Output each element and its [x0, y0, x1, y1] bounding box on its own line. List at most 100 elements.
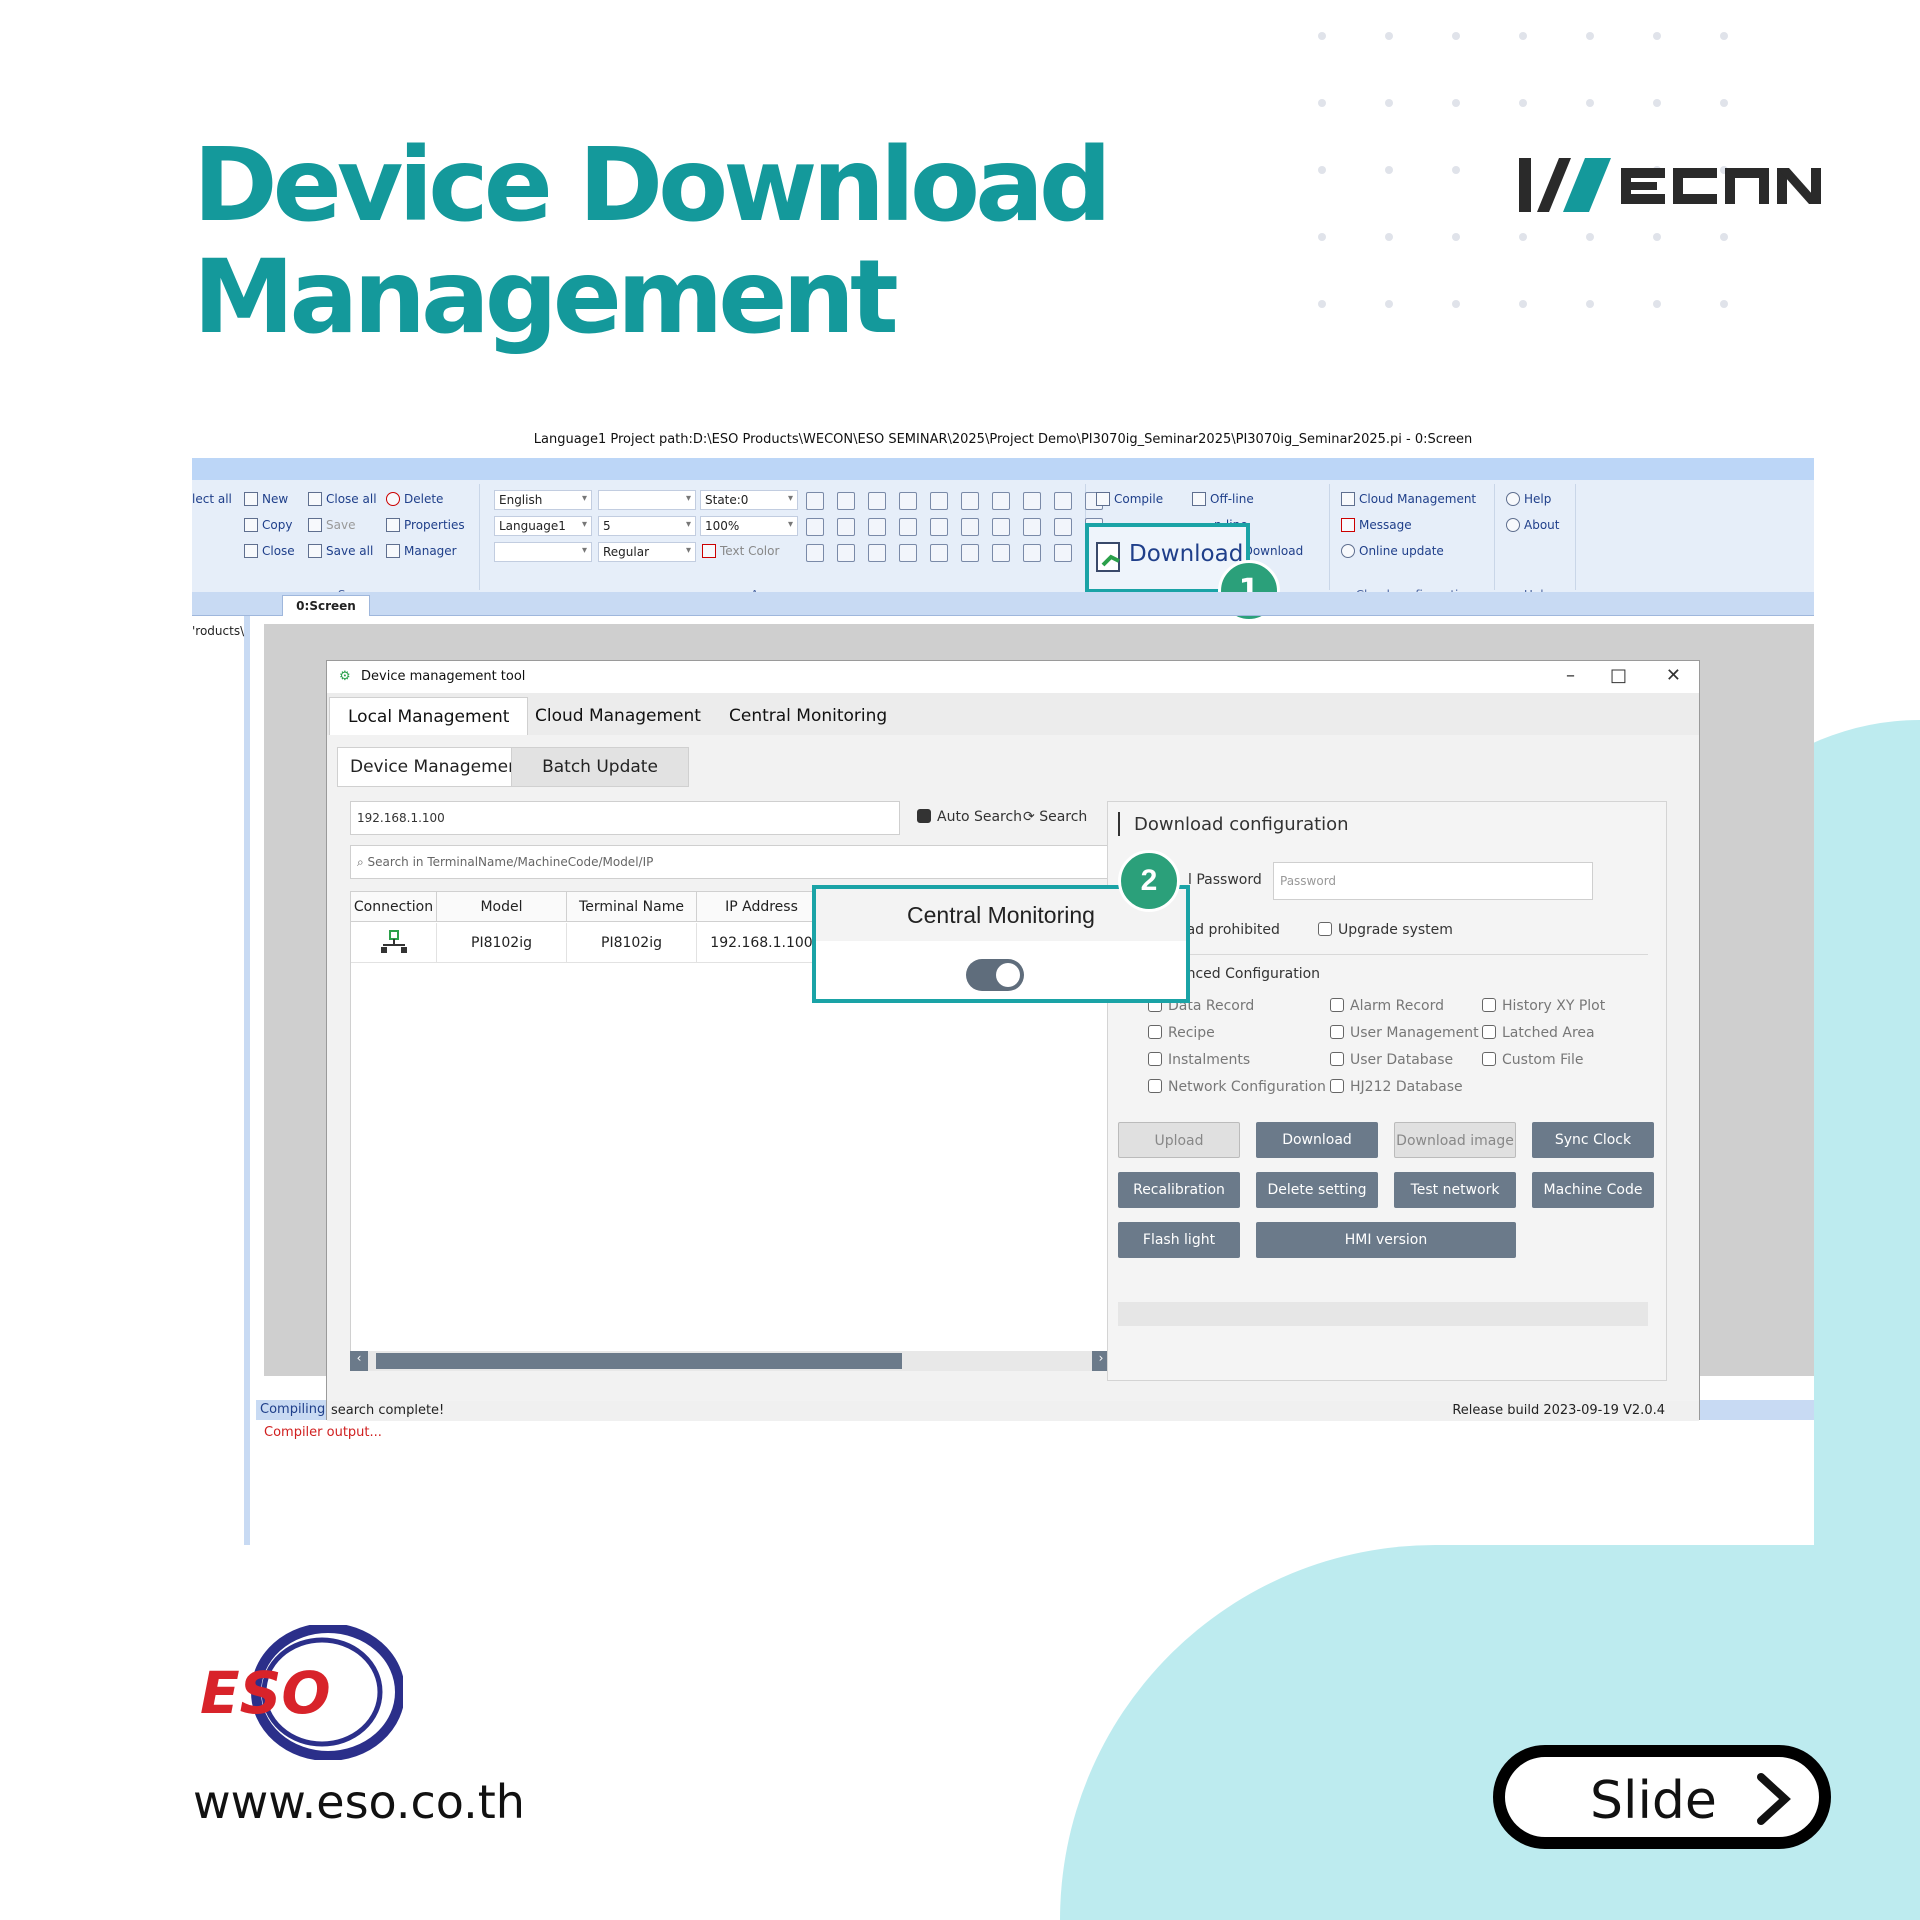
properties-button[interactable]: Properties [386, 518, 465, 532]
compile-button[interactable]: Compile [1096, 492, 1163, 506]
option-checkbox[interactable]: Custom File [1482, 1052, 1584, 1068]
language-id-select[interactable]: Language1 [494, 516, 592, 536]
auto-search-checkbox[interactable]: Auto Search [917, 809, 1022, 825]
align-tool-icon[interactable] [868, 544, 886, 562]
tab-central-monitoring[interactable]: Central Monitoring [711, 697, 905, 735]
align-tool-icon[interactable] [961, 518, 979, 536]
password-input[interactable]: Password [1273, 862, 1593, 900]
device-search-input[interactable]: ⌕ Search in TerminalName/MachineCode/Mod… [350, 845, 1110, 879]
upload-button[interactable]: Upload [1118, 1122, 1240, 1158]
align-tool-icon[interactable] [930, 492, 948, 510]
align-tool-icon[interactable] [806, 492, 824, 510]
align-tool-icon[interactable] [1023, 492, 1041, 510]
message-button[interactable]: Message [1341, 518, 1412, 532]
option-checkbox[interactable]: Latched Area [1482, 1025, 1595, 1041]
upload-prohibited-checkbox[interactable]: oad prohibited [1178, 922, 1280, 938]
align-tool-icon[interactable] [961, 492, 979, 510]
align-tool-icon[interactable] [837, 518, 855, 536]
copy-button[interactable]: Copy [244, 518, 292, 532]
cell-model[interactable]: PI8102ig [437, 923, 567, 963]
option-checkbox[interactable]: Network Configuration [1148, 1079, 1326, 1095]
font-select[interactable] [494, 542, 592, 562]
text-color-button[interactable]: Text Color [702, 544, 779, 558]
about-button[interactable]: About [1506, 518, 1559, 532]
search-button[interactable]: ⟳ Search [1023, 809, 1087, 825]
align-tool-icon[interactable] [899, 518, 917, 536]
align-tool-icon[interactable] [837, 492, 855, 510]
zoom-select[interactable]: 100% [700, 516, 798, 536]
online-update-button[interactable]: Online update [1341, 544, 1444, 558]
align-tool-icon[interactable] [1054, 492, 1072, 510]
close-button[interactable]: Close [244, 544, 295, 558]
delete-setting-button[interactable]: Delete setting [1256, 1172, 1378, 1208]
upgrade-system-checkbox[interactable]: Upgrade system [1318, 922, 1453, 938]
column-header[interactable]: Terminal Name [567, 892, 697, 922]
column-header[interactable]: Connection [351, 892, 437, 922]
new-button[interactable]: New [244, 492, 288, 506]
offline-button[interactable]: Off-line [1192, 492, 1254, 506]
close-dialog-button[interactable]: ✕ [1666, 665, 1681, 686]
tab-batch-update[interactable]: Batch Update [511, 747, 689, 787]
font-name-select[interactable] [598, 490, 696, 510]
recalibration-button[interactable]: Recalibration [1118, 1172, 1240, 1208]
network-icon[interactable] [351, 923, 437, 963]
test-network-button[interactable]: Test network [1394, 1172, 1516, 1208]
tab-cloud-management[interactable]: Cloud Management [517, 697, 719, 735]
align-tool-icon[interactable] [837, 544, 855, 562]
align-tool-icon[interactable] [806, 518, 824, 536]
save-all-button[interactable]: Save all [308, 544, 373, 558]
option-checkbox[interactable]: User Database [1330, 1052, 1453, 1068]
state-select[interactable]: State:0 [700, 490, 798, 510]
sync-clock-button[interactable]: Sync Clock [1532, 1122, 1654, 1158]
tab-screen[interactable]: 0:Screen [282, 595, 370, 616]
slide-button[interactable]: Slide [1493, 1745, 1831, 1849]
flash-light-button[interactable]: Flash light [1118, 1222, 1240, 1258]
align-tool-icon[interactable] [806, 544, 824, 562]
option-checkbox[interactable]: Recipe [1148, 1025, 1215, 1041]
align-tool-icon[interactable] [868, 518, 886, 536]
cloud-management-button[interactable]: Cloud Management [1341, 492, 1476, 506]
align-tool-icon[interactable] [992, 492, 1010, 510]
option-checkbox[interactable]: Instalments [1148, 1052, 1250, 1068]
align-tool-icon[interactable] [992, 544, 1010, 562]
select-all-button[interactable]: lect all [192, 492, 232, 506]
language-select[interactable]: English [494, 490, 592, 510]
save-button[interactable]: Save [308, 518, 355, 532]
horizontal-scrollbar[interactable]: ‹ › [350, 1351, 1110, 1371]
align-tool-icon[interactable] [899, 544, 917, 562]
option-checkbox[interactable]: History XY Plot [1482, 998, 1605, 1014]
help-button[interactable]: Help [1506, 492, 1551, 506]
cell-ip-address[interactable]: 192.168.1.100 [697, 923, 827, 963]
option-checkbox[interactable]: Alarm Record [1330, 998, 1444, 1014]
scrollbar-thumb[interactable] [376, 1353, 902, 1369]
hmi-version-button[interactable]: HMI version [1256, 1222, 1516, 1258]
tab-device-management[interactable]: Device Management [337, 747, 539, 787]
ip-address-input[interactable]: 192.168.1.100 [350, 801, 900, 835]
scroll-left-icon[interactable]: ‹ [350, 1351, 368, 1371]
align-tool-icon[interactable] [1023, 544, 1041, 562]
delete-button[interactable]: Delete [386, 492, 443, 506]
align-tool-icon[interactable] [1023, 518, 1041, 536]
align-tool-icon[interactable] [961, 544, 979, 562]
align-tool-icon[interactable] [1054, 544, 1072, 562]
option-checkbox[interactable]: HJ212 Database [1330, 1079, 1463, 1095]
align-tool-icon[interactable] [1054, 518, 1072, 536]
align-tool-icon[interactable] [899, 492, 917, 510]
maximize-button[interactable]: □ [1610, 665, 1627, 686]
cell-terminal-name[interactable]: PI8102ig [567, 923, 697, 963]
tab-local-management[interactable]: Local Management [329, 697, 529, 735]
download-image-button[interactable]: Download image [1394, 1122, 1516, 1158]
font-size-select[interactable]: 5 [598, 516, 696, 536]
column-header[interactable]: IP Address [697, 892, 827, 922]
download-button[interactable]: Download [1256, 1122, 1378, 1158]
option-checkbox[interactable]: User Management [1330, 1025, 1479, 1041]
central-monitoring-toggle[interactable] [966, 959, 1024, 991]
minimize-button[interactable]: – [1566, 665, 1575, 686]
column-header[interactable]: Model [437, 892, 567, 922]
align-tool-icon[interactable] [992, 518, 1010, 536]
close-all-button[interactable]: Close all [308, 492, 377, 506]
font-style-select[interactable]: Regular [598, 542, 696, 562]
align-tool-icon[interactable] [868, 492, 886, 510]
manager-button[interactable]: Manager [386, 544, 457, 558]
align-tool-icon[interactable] [930, 544, 948, 562]
